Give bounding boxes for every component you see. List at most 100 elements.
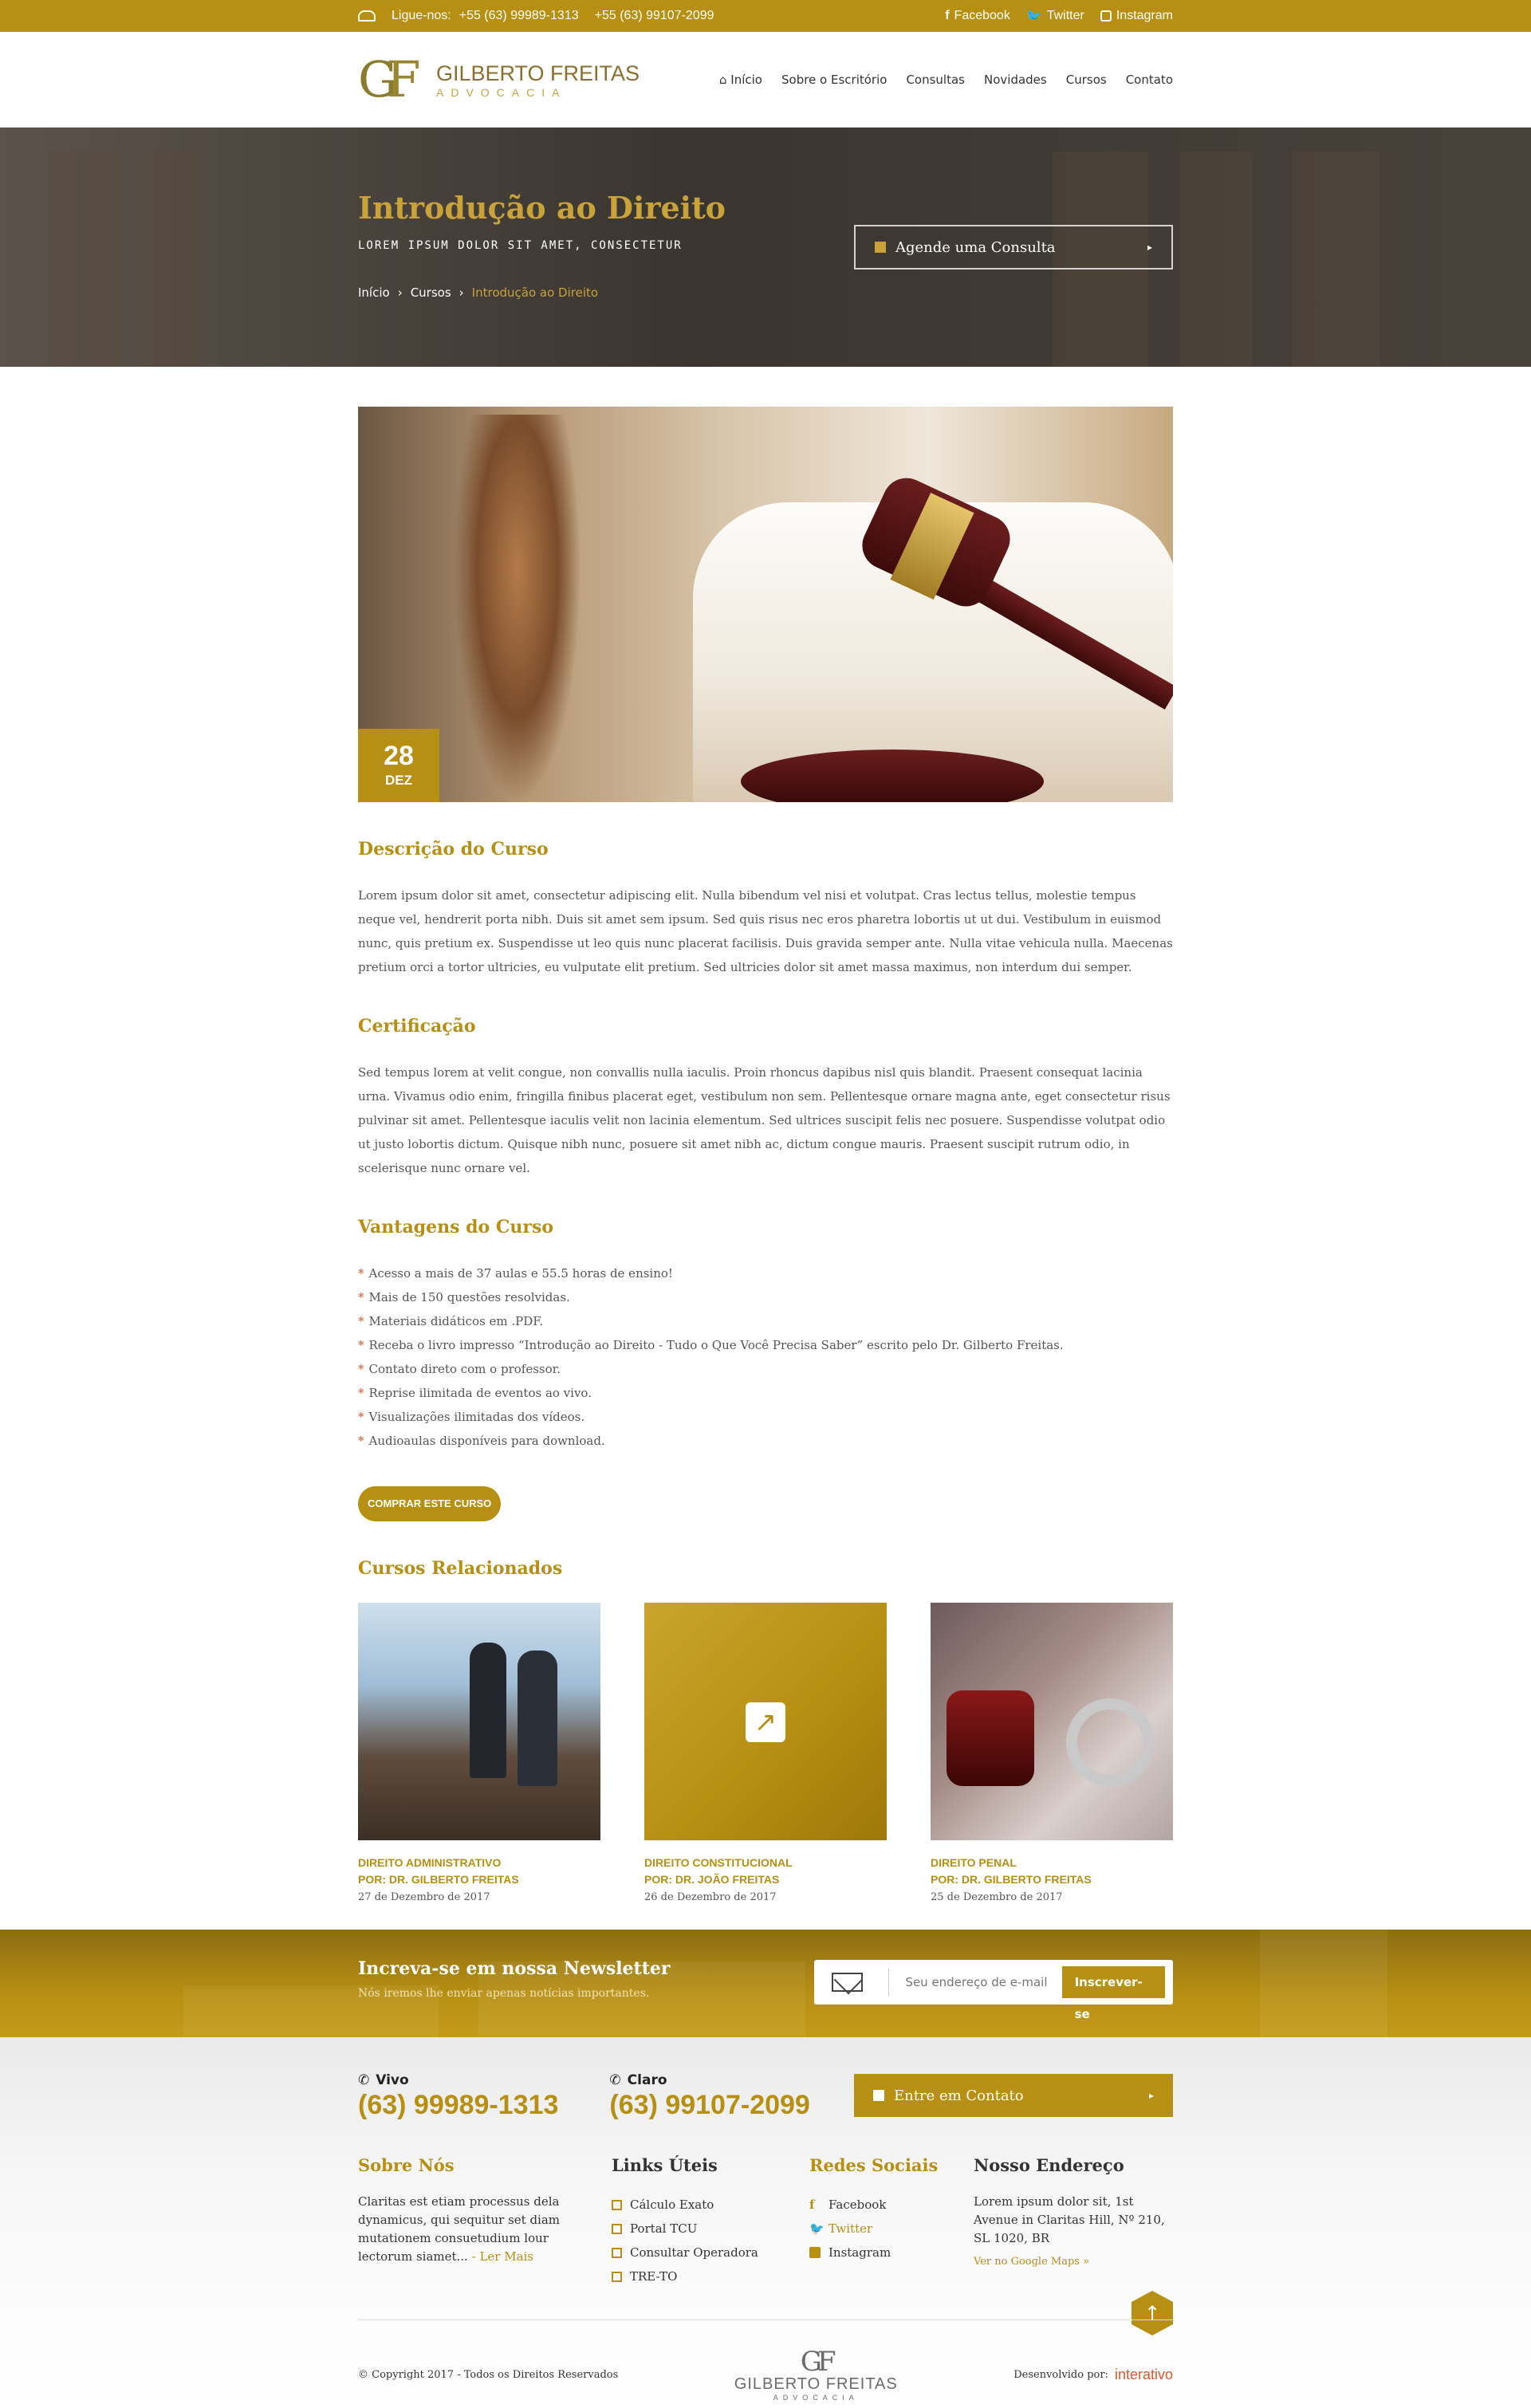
- list-item: * Contato direto com o professor.: [358, 1357, 1173, 1381]
- advantages-list: * Acesso a mais de 37 aulas e 55.5 horas …: [358, 1261, 1173, 1453]
- newsletter-email-input[interactable]: [905, 1975, 1062, 1989]
- list-item: * Mais de 150 questões resolvidas.: [358, 1285, 1173, 1309]
- card-date: 25 de Dezembro de 2017: [931, 1891, 1063, 1903]
- schedule-consult-button[interactable]: Agende uma Consulta ▸: [854, 225, 1173, 270]
- page-hero: Introdução ao Direito LOREM IPSUM DOLOR …: [0, 128, 1531, 367]
- buy-course-button[interactable]: COMPRAR ESTE CURSO: [358, 1486, 502, 1521]
- footer-link-tcu[interactable]: Portal TCU: [612, 2217, 787, 2241]
- top-twitter-link[interactable]: 🐦 Twitter: [1026, 8, 1084, 24]
- footer-logo[interactable]: GF GILBERTO FREITAS ADVOCACIA: [734, 2348, 898, 2402]
- list-item: * Receba o livro impresso “Introdução ao …: [358, 1333, 1173, 1357]
- related-card-penal[interactable]: DIREITO PENAL POR: DR. GILBERTO FREITAS 2…: [931, 1603, 1173, 1903]
- date-day: 28: [384, 741, 414, 771]
- phone-claro: ✆ Claro (63) 99107-2099: [609, 2072, 809, 2121]
- logo[interactable]: GF GILBERTO FREITAS ADVOCACIA: [358, 55, 640, 104]
- footer-social-label: Instagram: [828, 2245, 891, 2260]
- site-footer: ✆ Vivo (63) 99989-1313 ✆ Claro (63) 99107-…: [0, 2037, 1531, 2408]
- footer-link-operadora[interactable]: Consultar Operadora: [612, 2241, 787, 2264]
- site-header: GF GILBERTO FREITAS ADVOCACIA ⌂ Início S…: [0, 32, 1531, 128]
- footer-address: Nosso Endereço Lorem ipsum dolor sit, 1s…: [974, 2155, 1173, 2268]
- main-nav: ⌂ Início Sobre o Escritório Consultas No…: [719, 73, 1173, 87]
- edit-icon: [873, 2090, 884, 2101]
- advantage-text: Visualizações ilimitadas dos vídeos.: [368, 1410, 585, 1424]
- related-card-constitucional[interactable]: ↗ DIREITO CONSTITUCIONAL POR: DR. JOÃO FR…: [644, 1603, 887, 1903]
- footer-link-tre[interactable]: TRE-TO: [612, 2264, 787, 2288]
- top-phone-1[interactable]: +55 (63) 99989-1313: [459, 9, 579, 23]
- operator-vivo: Vivo: [376, 2072, 409, 2088]
- date-badge: 28 DEZ: [358, 729, 439, 802]
- instagram-icon: [1100, 10, 1112, 22]
- contact-button[interactable]: Entre em Contato ▸: [854, 2074, 1173, 2117]
- nav-inicio-label: Início: [730, 73, 762, 87]
- check-icon: [612, 2199, 622, 2210]
- page-subtitle: LOREM IPSUM DOLOR SIT AMET, CONSECTETUR: [358, 239, 683, 252]
- footer-twitter-link[interactable]: 🐦 Twitter: [809, 2217, 953, 2241]
- card-author: POR: DR. GILBERTO FREITAS: [931, 1873, 1092, 1886]
- top-facebook-label: Facebook: [954, 9, 1010, 22]
- description-heading: Descrição do Curso: [358, 839, 549, 860]
- footer-about: Sobre Nós Claritas est etiam processus d…: [358, 2155, 573, 2266]
- nav-consultas[interactable]: Consultas: [906, 73, 965, 87]
- developer-credit: Desenvolvido por: interativo: [1013, 2367, 1173, 2383]
- nav-cursos[interactable]: Cursos: [1066, 73, 1107, 87]
- twitter-icon: 🐦: [809, 2221, 825, 2236]
- breadcrumb-cursos[interactable]: Cursos: [411, 285, 451, 300]
- chevron-right-icon: ▸: [1148, 2090, 1154, 2101]
- developer-brand[interactable]: interativo: [1115, 2367, 1173, 2383]
- card-author: POR: DR. GILBERTO FREITAS: [358, 1873, 519, 1886]
- top-bar: Ligue-nos: +55 (63) 99989-1313 +55 (63) …: [0, 0, 1531, 32]
- nav-novidades[interactable]: Novidades: [984, 73, 1047, 87]
- newsletter-form: Inscrever-se: [814, 1960, 1173, 2021]
- facebook-icon: f: [945, 9, 950, 22]
- phone-icon: [358, 10, 376, 22]
- divider: [888, 1969, 890, 1996]
- top-facebook-link[interactable]: f Facebook: [945, 9, 1010, 23]
- check-icon: [612, 2247, 622, 2258]
- breadcrumb: Início › Cursos › Introdução ao Direito: [358, 285, 598, 300]
- top-phone-2[interactable]: +55 (63) 99107-2099: [595, 9, 714, 23]
- related-card-administrativo[interactable]: DIREITO ADMINISTRATIVO POR: DR. GILBERTO …: [358, 1603, 600, 1903]
- bullet-star-icon: *: [358, 1338, 364, 1352]
- footer-link-calculo[interactable]: Cálculo Exato: [612, 2193, 787, 2217]
- list-item: * Audioaulas disponíveis para download.: [358, 1429, 1173, 1453]
- phone-number-claro[interactable]: (63) 99107-2099: [609, 2090, 809, 2121]
- phone-number-vivo[interactable]: (63) 99989-1313: [358, 2090, 558, 2121]
- read-more-link[interactable]: - Ler Mais: [472, 2249, 533, 2264]
- scales-image: ↗: [644, 1603, 887, 1840]
- breadcrumb-separator-icon: ›: [459, 285, 464, 300]
- footer-facebook-link[interactable]: f Facebook: [809, 2193, 953, 2217]
- footer-social-label: Facebook: [828, 2197, 887, 2212]
- card-title: DIREITO CONSTITUCIONAL: [644, 1856, 793, 1869]
- back-to-top-button[interactable]: ↑: [1132, 2291, 1173, 2335]
- office-meeting-image: [358, 1603, 600, 1840]
- nav-inicio[interactable]: ⌂ Início: [719, 73, 762, 87]
- footer-link-label: Portal TCU: [630, 2221, 698, 2236]
- edit-icon: [875, 242, 886, 253]
- breadcrumb-inicio[interactable]: Início: [358, 285, 390, 300]
- card-author: POR: DR. JOÃO FREITAS: [644, 1873, 780, 1886]
- bullet-star-icon: *: [358, 1386, 364, 1400]
- newsletter-heading: Increva-se em nossa Newsletter: [358, 1958, 671, 1979]
- nav-contato[interactable]: Contato: [1126, 73, 1173, 87]
- nav-sobre[interactable]: Sobre o Escritório: [781, 73, 887, 87]
- facebook-icon: f: [809, 2197, 815, 2212]
- logo-name: GILBERTO FREITAS: [436, 61, 640, 85]
- bullet-star-icon: *: [358, 1266, 364, 1281]
- twitter-icon: 🐦: [1025, 10, 1042, 23]
- certification-heading: Certificação: [358, 1016, 476, 1037]
- footer-instagram-link[interactable]: Instagram: [809, 2241, 953, 2264]
- bullet-star-icon: *: [358, 1290, 364, 1304]
- logo-mark: GF: [358, 55, 427, 104]
- external-link-icon[interactable]: ↗: [746, 1702, 785, 1742]
- top-twitter-label: Twitter: [1046, 9, 1084, 22]
- google-maps-link[interactable]: Ver no Google Maps »: [974, 2256, 1173, 2268]
- phone-vivo: ✆ Vivo (63) 99989-1313: [358, 2072, 558, 2121]
- card-date: 27 de Dezembro de 2017: [358, 1891, 490, 1903]
- chevron-right-icon: ▸: [1147, 242, 1152, 253]
- footer-logo-subtitle: ADVOCACIA: [773, 2394, 859, 2402]
- list-item: * Visualizações ilimitadas dos vídeos.: [358, 1405, 1173, 1429]
- address-heading: Nosso Endereço: [974, 2155, 1124, 2175]
- subscribe-button[interactable]: Inscrever-se: [1061, 1966, 1165, 2021]
- top-instagram-link[interactable]: Instagram: [1100, 9, 1173, 23]
- footer-logo-name: GILBERTO FREITAS: [734, 2375, 898, 2393]
